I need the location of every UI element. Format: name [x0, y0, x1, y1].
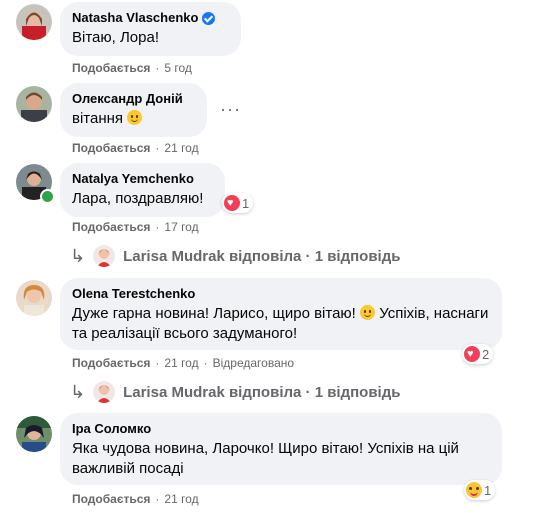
heart-reaction-icon — [464, 346, 480, 362]
author-name[interactable]: Іра Соломко — [72, 421, 151, 437]
separator: · — [155, 61, 160, 75]
avatar[interactable] — [16, 280, 52, 316]
comment-text: вітання — [72, 109, 195, 129]
more-options-icon[interactable]: ··· — [220, 100, 241, 118]
reply-avatar — [93, 245, 116, 267]
comment-text-part: Дуже гарна новина! Ларисо, щиро вітаю! — [72, 305, 356, 322]
view-replies-link[interactable]: ↳ Larisa Mudrak відповіла · 1 відповідь — [70, 245, 400, 267]
author-name[interactable]: Natasha Vlaschenko — [72, 10, 198, 26]
smiley-icon — [360, 305, 376, 320]
smiley-icon — [127, 110, 143, 125]
separator: · — [155, 492, 160, 506]
like-button[interactable]: Подобається — [72, 60, 150, 76]
comment-bubble: Natasha Vlaschenko Вітаю, Лора! — [60, 2, 241, 56]
timestamp[interactable]: 21 год — [164, 491, 198, 507]
comment-actions: Подобається · 21 год — [72, 491, 199, 507]
reaction-count[interactable]: 2 — [462, 344, 494, 364]
reply-avatar — [93, 381, 116, 403]
comment-actions: Подобається · 21 год · Відредаговано — [72, 355, 294, 371]
like-button[interactable]: Подобається — [72, 140, 150, 156]
reaction-count[interactable]: 1 — [464, 480, 496, 500]
separator: · — [203, 356, 208, 370]
replies-summary[interactable]: Larisa Mudrak відповіла · 1 відповідь — [123, 384, 400, 401]
comment-actions: Подобається · 17 год — [72, 219, 199, 235]
online-status-icon — [40, 189, 55, 204]
author-name[interactable]: Олександр Доній — [72, 91, 183, 107]
reply-arrow-icon: ↳ — [70, 245, 86, 266]
avatar[interactable] — [16, 4, 52, 40]
comment-author[interactable]: Іра Соломко — [72, 421, 490, 437]
comment-bubble: Olena Terestchenko Дуже гарна новина! Ла… — [60, 278, 502, 350]
comment-author[interactable]: Natalya Yemchenko — [72, 171, 213, 187]
timestamp[interactable]: 21 год — [164, 140, 198, 156]
reaction-count[interactable]: 1 — [222, 193, 254, 213]
separator: · — [155, 220, 160, 234]
separator: · — [155, 141, 160, 155]
heart-reaction-icon — [224, 195, 240, 211]
author-name[interactable]: Natalya Yemchenko — [72, 171, 194, 187]
author-name[interactable]: Olena Terestchenko — [72, 286, 195, 302]
comment-text: Вітаю, Лора! — [72, 29, 160, 46]
comment-bubble: Іра Соломко Яка чудова новина, Ларочко! … — [60, 413, 502, 485]
avatar[interactable] — [16, 86, 52, 122]
verified-badge-icon — [202, 11, 216, 25]
comment-author[interactable]: Natasha Vlaschenko — [72, 10, 229, 26]
comment-author[interactable]: Олександр Доній — [72, 91, 195, 107]
timestamp[interactable]: 5 год — [164, 60, 192, 76]
reaction-number: 2 — [482, 346, 490, 362]
haha-reaction-icon — [466, 482, 482, 498]
replies-summary[interactable]: Larisa Mudrak відповіла · 1 відповідь — [123, 248, 400, 265]
comment-author[interactable]: Olena Terestchenko — [72, 286, 490, 302]
comment-text: Яка чудова новина, Ларочко! Щиро вітаю! … — [72, 440, 459, 477]
edited-label: Відредаговано — [212, 356, 295, 370]
reaction-number: 1 — [242, 195, 250, 211]
comment-text-part: вітання — [72, 110, 124, 127]
like-button[interactable]: Подобається — [72, 355, 150, 371]
comment-text: Дуже гарна новина! Ларисо, щиро вітаю! У… — [72, 304, 490, 344]
avatar[interactable] — [16, 416, 52, 452]
like-button[interactable]: Подобається — [72, 491, 150, 507]
reply-arrow-icon: ↳ — [70, 381, 86, 402]
comment-actions: Подобається · 5 год — [72, 60, 192, 76]
separator: · — [155, 356, 160, 370]
like-button[interactable]: Подобається — [72, 219, 150, 235]
timestamp[interactable]: 17 год — [164, 219, 198, 235]
comment-text: Лара, поздравляю! — [72, 190, 204, 207]
timestamp[interactable]: 21 год — [164, 355, 198, 371]
reaction-number: 1 — [484, 482, 492, 498]
comment-bubble: Natalya Yemchenko Лара, поздравляю! — [60, 163, 225, 217]
view-replies-link[interactable]: ↳ Larisa Mudrak відповіла · 1 відповідь — [70, 381, 400, 403]
comment-actions: Подобається · 21 год — [72, 140, 199, 156]
comment-bubble: Олександр Доній вітання — [60, 83, 207, 137]
